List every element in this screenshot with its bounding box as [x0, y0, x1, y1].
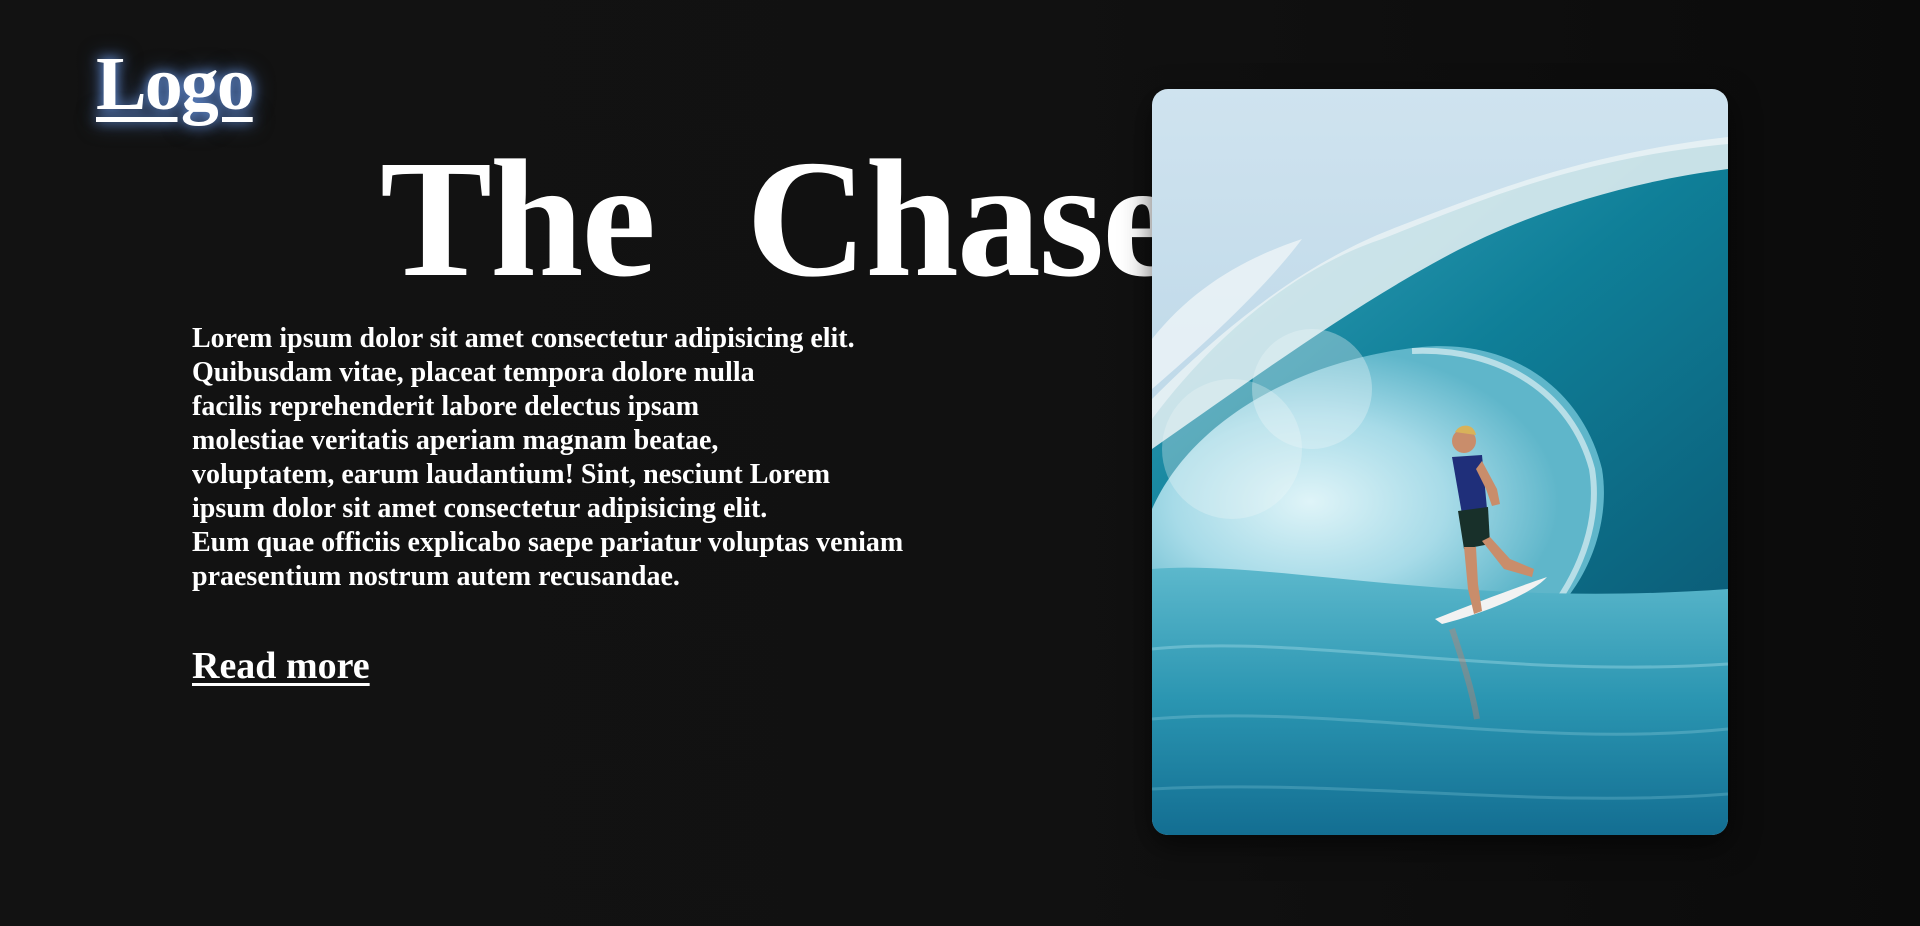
hero-title: The Chase [380, 126, 1177, 312]
description-line: praesentium nostrum autem recusandae. [192, 561, 680, 592]
description-line: voluptatem, earum laudantium! Sint, nesc… [192, 459, 831, 490]
description-line: facilis reprehenderit labore delectus ip… [192, 391, 700, 422]
hero-title-word-1: The [380, 126, 656, 312]
description-line: molestiae veritatis aperiam magnam beata… [192, 425, 719, 456]
read-more-link[interactable]: Read more [192, 647, 370, 685]
logo[interactable]: Logo [96, 46, 255, 122]
description-line: Lorem ipsum dolor sit amet consectetur a… [192, 323, 855, 354]
surfer-wave-image [1152, 89, 1728, 835]
hero-title-word-2: Chase [746, 126, 1177, 312]
description-line: Quibusdam vitae, placeat tempora dolore … [192, 357, 755, 388]
description-line: Eum quae officiis explicabo saepe pariat… [192, 527, 904, 558]
description-line: ipsum dolor sit amet consectetur adipisi… [192, 493, 768, 524]
hero-description: Lorem ipsum dolor sit amet consectetur a… [192, 322, 903, 594]
surfer-wave-illustration [1152, 89, 1728, 835]
